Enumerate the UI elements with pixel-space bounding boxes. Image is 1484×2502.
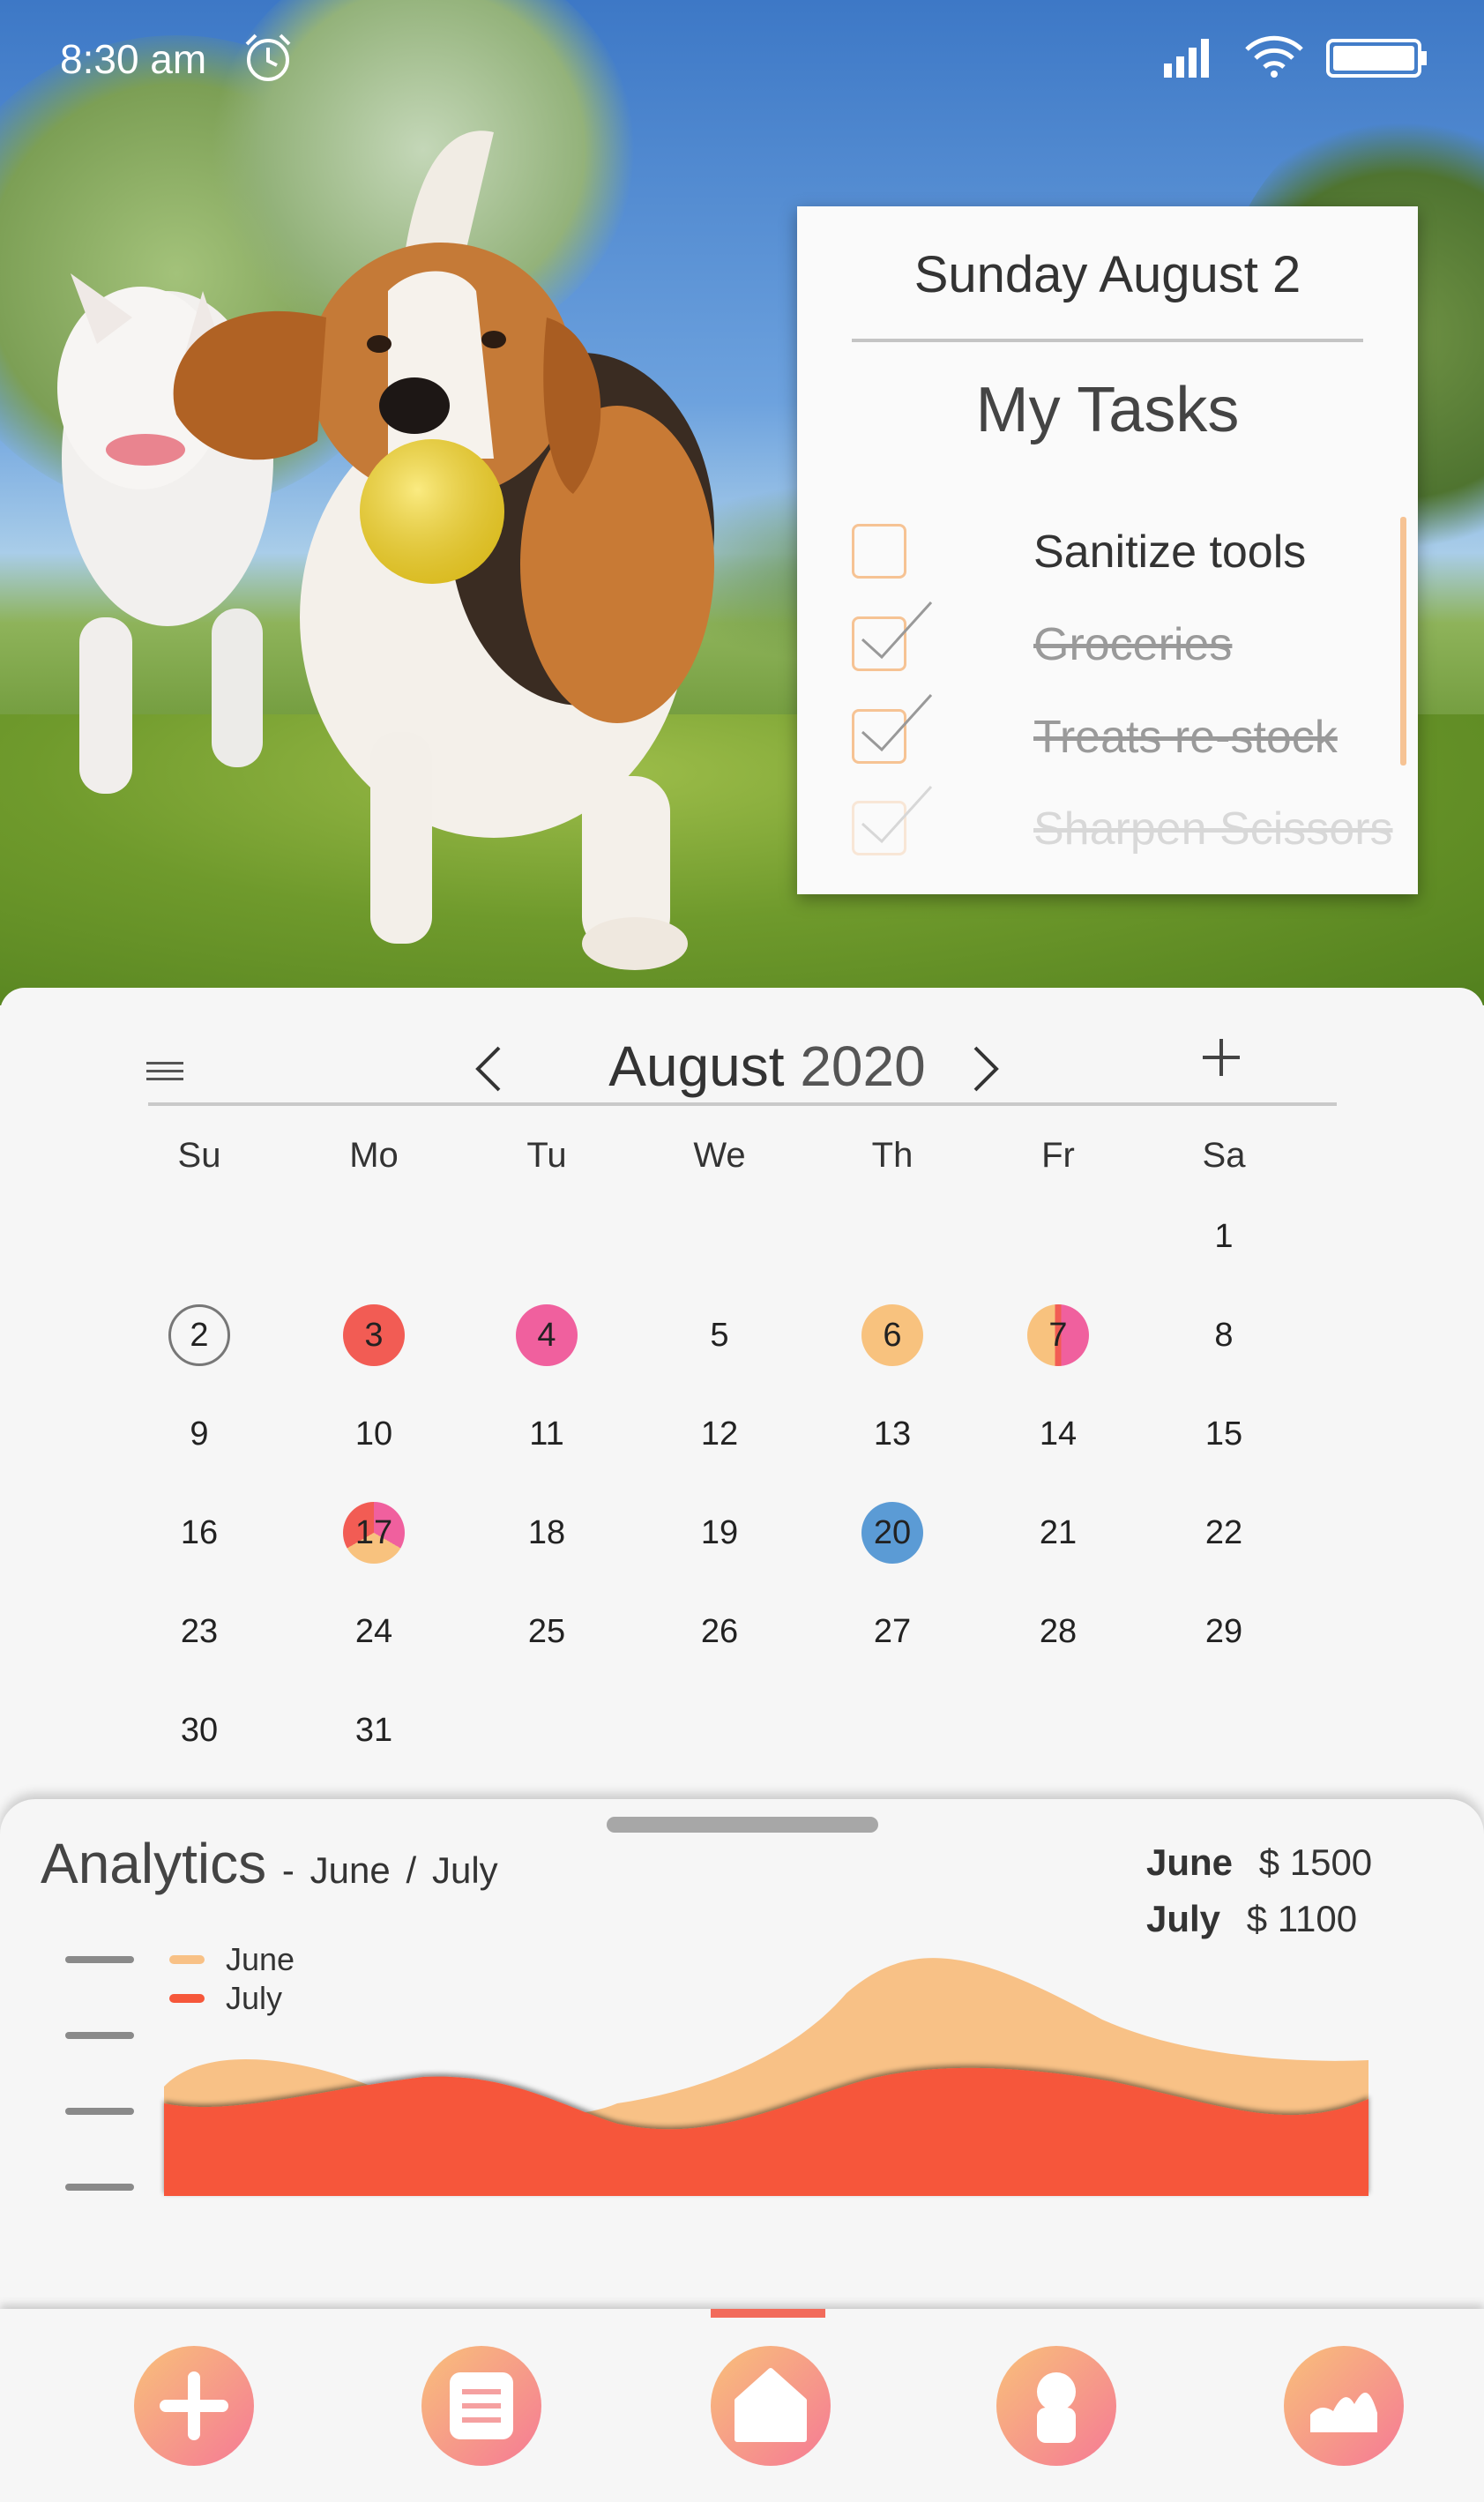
- task-card: Sunday August 2 My Tasks Sanitize tools …: [797, 206, 1418, 894]
- calendar-month-title: August 2020: [529, 1034, 1005, 1099]
- calendar-day[interactable]: 15: [1193, 1403, 1255, 1465]
- calendar-day[interactable]: 8: [1193, 1304, 1255, 1366]
- plus-icon[interactable]: [1199, 1035, 1243, 1079]
- checkmark-icon: [861, 601, 933, 660]
- calendar-day[interactable]: 27: [861, 1601, 923, 1662]
- calendar-day[interactable]: 14: [1027, 1403, 1089, 1465]
- calendar-day[interactable]: 16: [168, 1502, 230, 1564]
- weekday-label: Tu: [526, 1136, 567, 1175]
- calendar-day[interactable]: 5: [689, 1304, 750, 1366]
- weekday-label: Sa: [1202, 1136, 1246, 1175]
- battery-icon: [1326, 39, 1427, 78]
- calendar-day[interactable]: 4: [516, 1304, 578, 1366]
- wifi-icon: [1245, 35, 1303, 78]
- task-checkbox[interactable]: [852, 524, 906, 579]
- calendar-day[interactable]: 10: [343, 1403, 405, 1465]
- calendar-divider: [148, 1102, 1337, 1106]
- calendar-day[interactable]: 31: [343, 1699, 405, 1761]
- calendar-day[interactable]: 30: [168, 1699, 230, 1761]
- calendar-day[interactable]: 23: [168, 1601, 230, 1662]
- nav-add-button[interactable]: [134, 2346, 254, 2466]
- weekday-label: We: [693, 1136, 746, 1175]
- calendar-day[interactable]: 25: [516, 1601, 578, 1662]
- chart-icon: [1310, 2393, 1377, 2432]
- alarm-icon: [245, 34, 291, 81]
- task-label: Treats re-stock: [1033, 712, 1338, 763]
- signal-icon: [1164, 39, 1209, 78]
- month-name: August: [608, 1034, 785, 1098]
- calendar-day[interactable]: 6: [861, 1304, 923, 1366]
- nav-chart-button[interactable]: [1284, 2346, 1404, 2466]
- calendar-day[interactable]: 28: [1027, 1601, 1089, 1662]
- calendar-day[interactable]: 13: [861, 1403, 923, 1465]
- calendar-day[interactable]: 20: [861, 1502, 923, 1564]
- calendar-panel: August 2020 Su Mo Tu We Th Fr Sa 1 2 3 4 5 6 7 8 9 10 11…: [0, 988, 1484, 1808]
- profile-icon: [1037, 2372, 1076, 2443]
- weekday-label: Fr: [1041, 1136, 1075, 1175]
- calendar-day[interactable]: 18: [516, 1502, 578, 1564]
- calendar-day[interactable]: 17: [343, 1502, 405, 1564]
- calendar-day[interactable]: 12: [689, 1403, 750, 1465]
- list-icon: [450, 2372, 513, 2439]
- calendar-day[interactable]: 24: [343, 1601, 405, 1662]
- calendar-day[interactable]: 11: [516, 1403, 578, 1465]
- nav-list-button[interactable]: [421, 2346, 541, 2466]
- calendar-day[interactable]: 26: [689, 1601, 750, 1662]
- calendar-day[interactable]: 7: [1027, 1304, 1089, 1366]
- task-item[interactable]: Treats re-stock: [852, 693, 1381, 771]
- calendar-day[interactable]: 3: [343, 1304, 405, 1366]
- calendar-day[interactable]: 22: [1193, 1502, 1255, 1564]
- add-icon: [160, 2371, 228, 2440]
- weekday-label: Th: [871, 1136, 914, 1175]
- calendar-toolbar: August 2020: [0, 1023, 1484, 1102]
- calendar-day[interactable]: 29: [1193, 1601, 1255, 1662]
- checkmark-icon: [861, 693, 933, 752]
- calendar-day[interactable]: 2: [168, 1304, 230, 1366]
- card-divider: [852, 339, 1363, 342]
- card-date: Sunday August 2: [914, 246, 1301, 303]
- calendar-day[interactable]: 19: [689, 1502, 750, 1564]
- calendar-day[interactable]: 9: [168, 1403, 230, 1465]
- task-item[interactable]: Sanitize tools: [852, 515, 1381, 586]
- bottom-nav: [0, 2309, 1484, 2502]
- calendar-day[interactable]: 1: [1193, 1206, 1255, 1267]
- area-chart: [164, 1958, 1368, 2196]
- analytics-sheet: Analytics - June / July June $ 1500 July…: [0, 1799, 1484, 2311]
- status-bar: 8:30 am: [0, 26, 1484, 97]
- calendar-day[interactable]: 21: [1027, 1502, 1089, 1564]
- card-title: My Tasks: [975, 375, 1240, 445]
- weekday-label: Mo: [349, 1136, 399, 1175]
- month-year: 2020: [800, 1034, 926, 1098]
- task-item[interactable]: Groceries: [852, 601, 1381, 678]
- task-scrollbar[interactable]: [1400, 517, 1406, 766]
- menu-icon[interactable]: [146, 1062, 183, 1086]
- active-tab-indicator: [711, 2309, 825, 2318]
- checkmark-icon: [861, 785, 933, 844]
- home-icon: [735, 2368, 807, 2442]
- task-label: Sharpen Scissors: [1033, 803, 1393, 855]
- task-label: Groceries: [1033, 619, 1233, 670]
- chevron-right-icon[interactable]: [968, 1042, 1003, 1095]
- status-time: 8:30 am: [60, 36, 207, 82]
- nav-home-button[interactable]: [711, 2346, 831, 2466]
- chevron-left-icon[interactable]: [471, 1042, 506, 1095]
- nav-profile-button[interactable]: [996, 2346, 1116, 2466]
- task-label: Sanitize tools: [1033, 527, 1307, 578]
- task-item[interactable]: Sharpen Scissors: [852, 785, 1393, 863]
- weekday-label: Su: [177, 1136, 221, 1175]
